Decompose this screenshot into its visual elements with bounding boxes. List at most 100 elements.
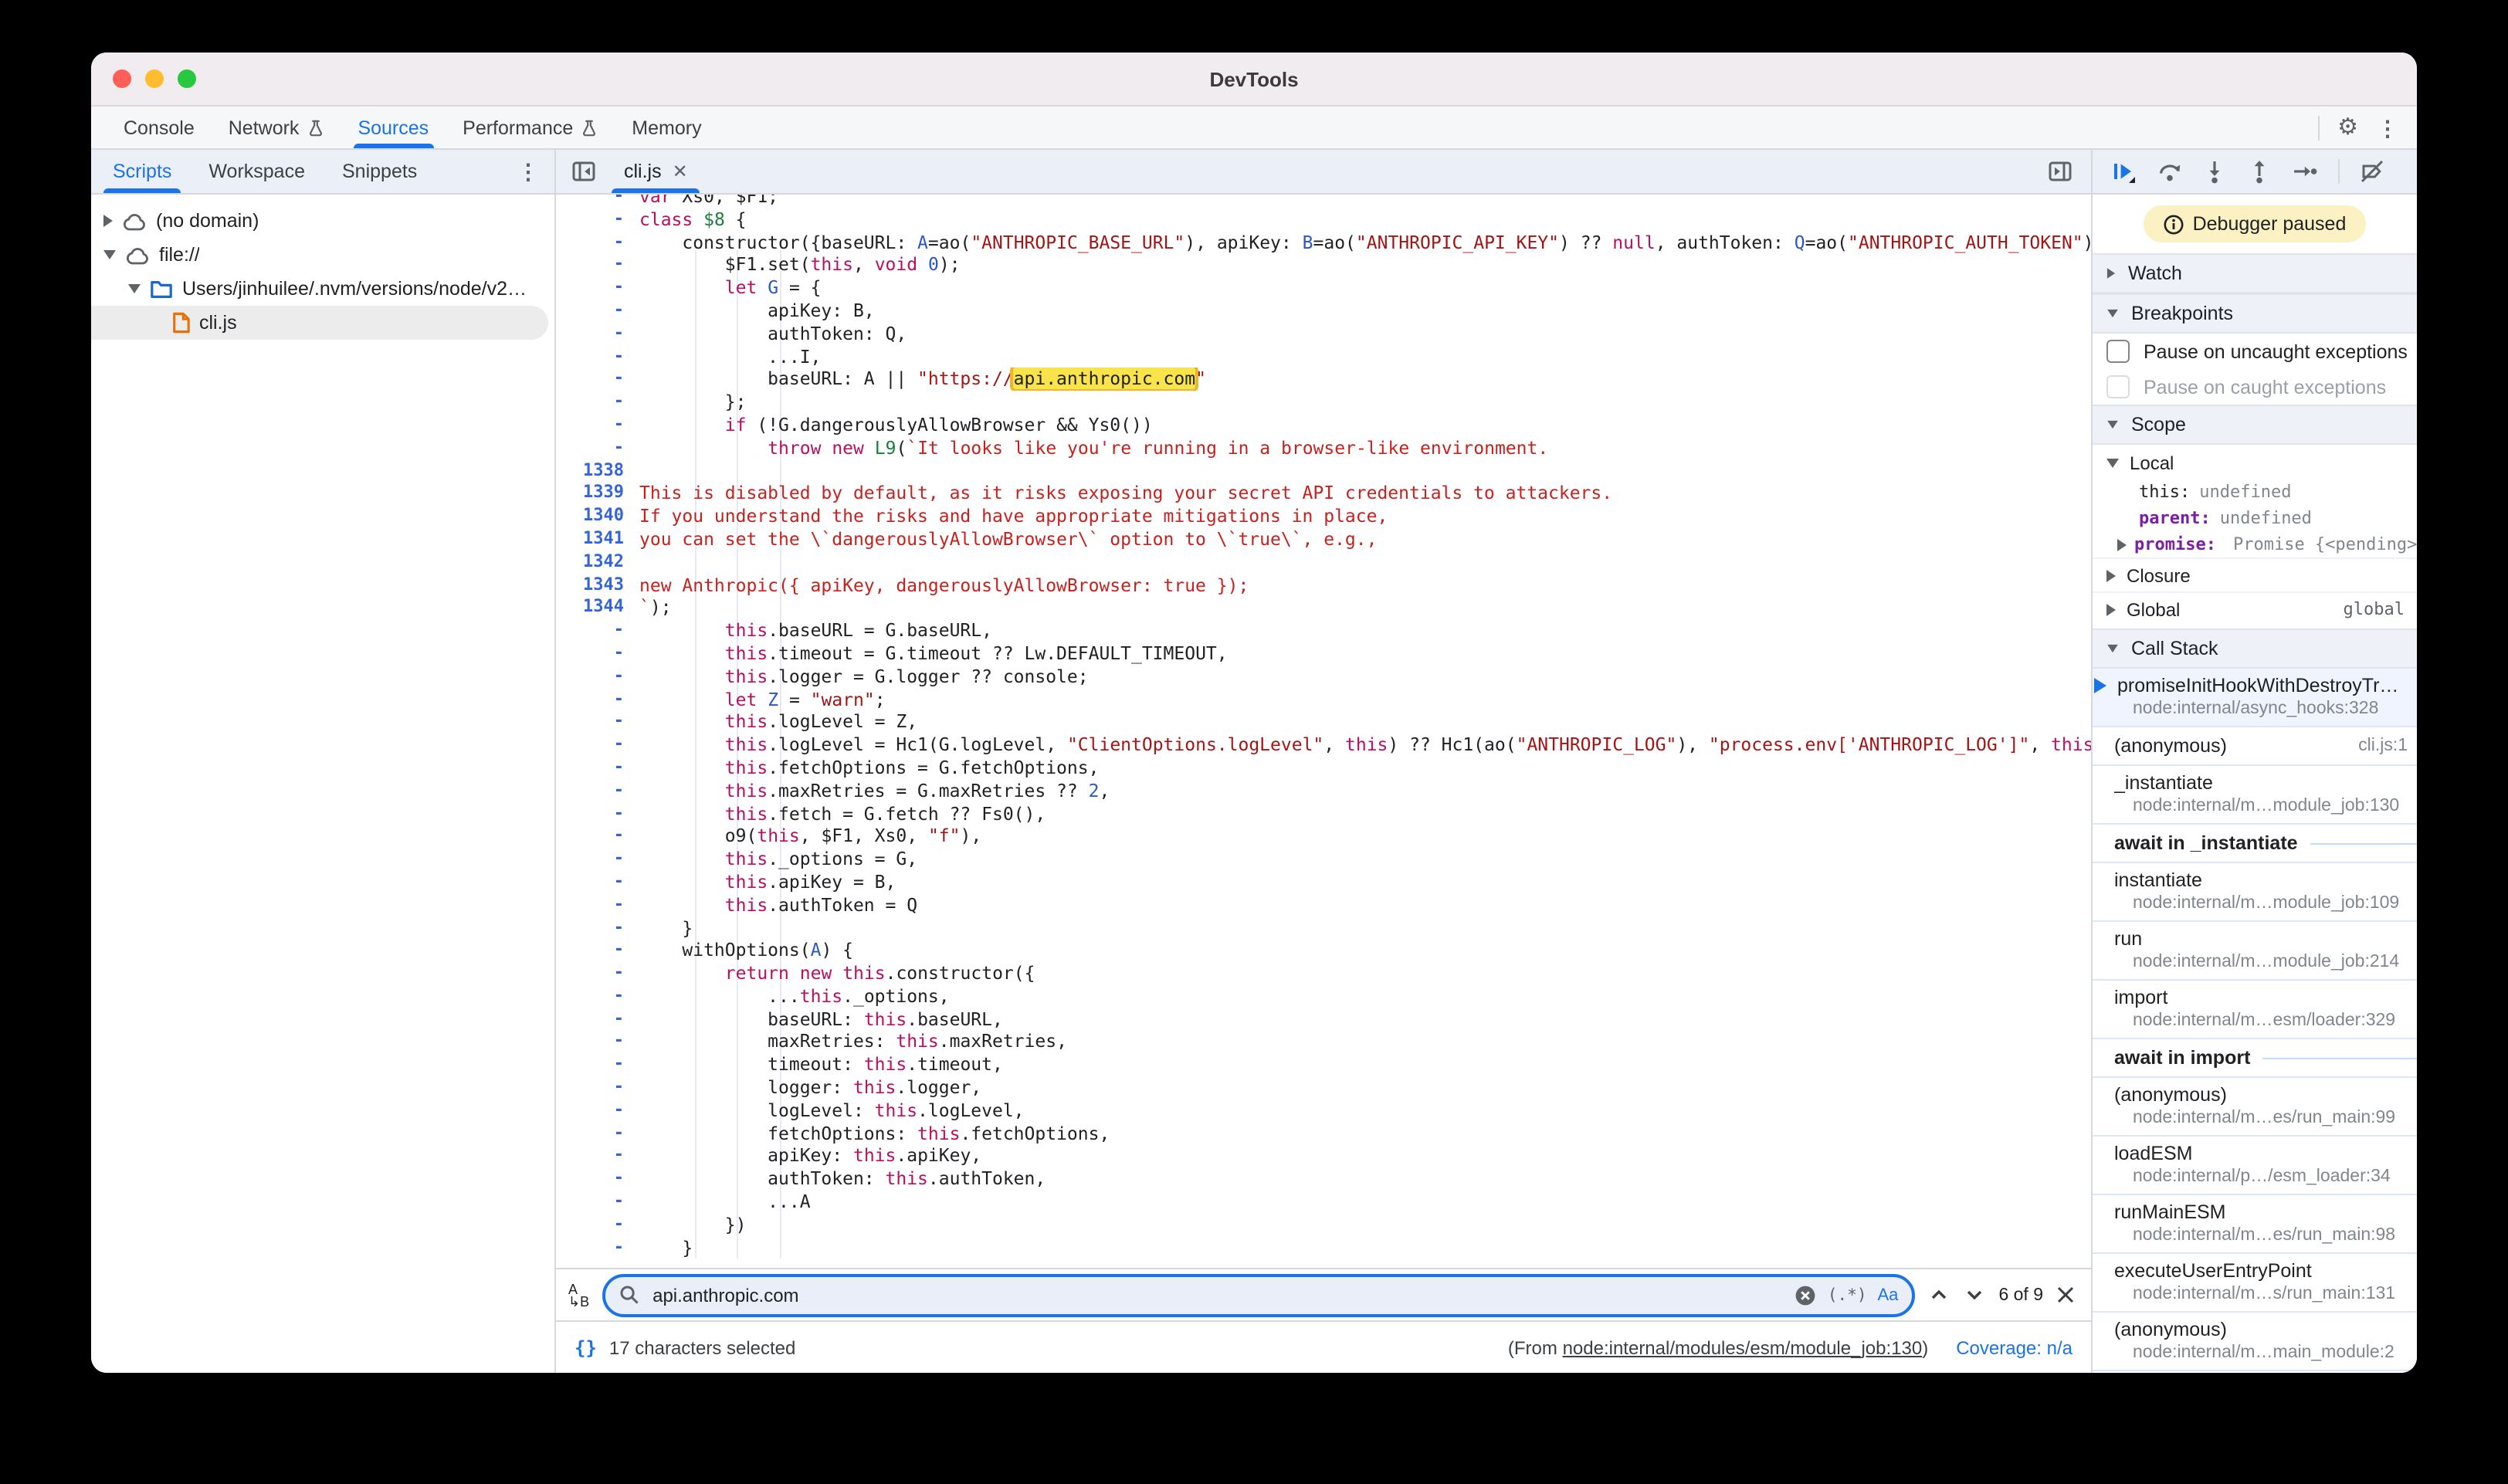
code-text[interactable]: maxRetries: this.maxRetries, [639,1031,2091,1054]
section-call-stack[interactable]: Call Stack [2093,628,2417,669]
code-line[interactable]: -var Xs0, $F1; [556,195,2091,208]
gutter-cell[interactable]: 1344 [556,597,639,620]
code-line[interactable]: - }) [556,1214,2091,1237]
close-tab-icon[interactable]: ✕ [673,161,688,182]
stack-frame[interactable]: (anonymous)node:internal/m…es/run_main:9… [2093,1078,2417,1137]
gutter-cell[interactable]: - [556,1031,639,1054]
code-text[interactable]: this.fetchOptions = G.fetchOptions, [639,757,2091,780]
code-line[interactable]: 1340If you understand the risks and have… [556,505,2091,528]
code-text[interactable]: new Anthropic({ apiKey, dangerouslyAllow… [639,574,2091,597]
caret-right-icon[interactable] [2117,538,2127,551]
code-line[interactable]: - baseURL: A || "https://api.anthropic.c… [556,368,2091,391]
tab-console[interactable]: Console [107,107,212,148]
code-text[interactable]: logLevel: this.logLevel, [639,1099,2091,1123]
code-text[interactable]: ...A [639,1191,2091,1214]
code-line[interactable]: - constructor({baseURL: A=ao("ANTHROPIC_… [556,231,2091,254]
resume-script-icon[interactable] [2111,159,2137,184]
deactivate-breakpoints-icon[interactable] [2360,159,2384,184]
stack-frame[interactable]: instantiatenode:internal/m…module_job:10… [2093,863,2417,922]
gutter-cell[interactable]: - [556,276,639,300]
code-text[interactable]: let Z = "warn"; [639,688,2091,711]
tree-item--no-domain-[interactable]: (no domain) [91,204,554,238]
code-text[interactable]: authToken: Q, [639,323,2091,346]
checkbox[interactable] [2106,375,2130,398]
gutter-cell[interactable]: - [556,893,639,916]
match-case-toggle[interactable]: Aa [1878,1286,1899,1304]
gutter-cell[interactable]: - [556,802,639,825]
code-line[interactable]: - baseURL: this.baseURL, [556,1008,2091,1031]
code-text[interactable]: return new this.constructor({ [639,962,2091,985]
code-line[interactable]: - apiKey: this.apiKey, [556,1145,2091,1168]
code-text[interactable]: let G = { [639,276,2091,300]
step-over-icon[interactable] [2157,159,2182,184]
code-line[interactable]: - this._options = G, [556,848,2091,871]
tree-item-file-[interactable]: file:// [91,238,554,272]
code-editor[interactable]: -var Xs0, $F1;-class $8 {- constructor({… [556,195,2091,1268]
show-debugger-sidebar-icon[interactable] [2048,150,2091,193]
code-text[interactable]: you can set the \`dangerouslyAllowBrowse… [639,528,2091,551]
gutter-cell[interactable]: - [556,1122,639,1145]
code-text[interactable]: logger: this.logger, [639,1076,2091,1099]
clear-search-icon[interactable] [1795,1284,1817,1306]
gutter-cell[interactable]: - [556,688,639,711]
code-line[interactable]: - apiKey: B, [556,300,2091,323]
gutter-cell[interactable]: - [556,642,639,666]
navigator-tab-scripts[interactable]: Scripts [94,150,190,193]
tab-sources[interactable]: Sources [341,107,446,148]
code-text[interactable]: timeout: this.timeout, [639,1054,2091,1077]
minimize-window-button[interactable] [145,69,164,88]
code-line[interactable]: 1342 [556,551,2091,574]
code-text[interactable]: authToken: this.authToken, [639,1168,2091,1191]
code-line[interactable]: - this.fetchOptions = G.fetchOptions, [556,757,2091,780]
gutter-cell[interactable]: - [556,940,639,963]
next-match-icon[interactable] [1963,1283,1986,1306]
code-text[interactable]: ...this._options, [639,985,2091,1008]
previous-match-icon[interactable] [1927,1283,1950,1306]
gutter-cell[interactable]: - [556,1054,639,1077]
code-text[interactable]: this.fetch = G.fetch ?? Fs0(), [639,802,2091,825]
gutter-cell[interactable]: 1342 [556,551,639,574]
code-text[interactable]: this.timeout = G.timeout ?? Lw.DEFAULT_T… [639,642,2091,666]
code-line[interactable]: - let Z = "warn"; [556,688,2091,711]
gutter-cell[interactable]: - [556,1099,639,1123]
scope-local[interactable]: Local [2093,448,2417,479]
code-text[interactable] [639,551,2091,574]
code-text[interactable]: this.logger = G.logger ?? console; [639,665,2091,688]
code-text[interactable]: this.baseURL = G.baseURL, [639,619,2091,642]
gutter-cell[interactable]: 1338 [556,459,639,483]
gutter-cell[interactable]: - [556,1214,639,1237]
gutter-cell[interactable]: - [556,825,639,849]
stack-frame[interactable]: _instantiatenode:internal/m…module_job:1… [2093,766,2417,825]
stack-frame[interactable]: loadESMnode:internal/p…/esm_loader:34 [2093,1137,2417,1195]
code-text[interactable]: constructor({baseURL: A=ao("ANTHROPIC_BA… [639,231,2091,254]
code-text[interactable]: baseURL: this.baseURL, [639,1008,2091,1031]
code-line[interactable]: - authToken: this.authToken, [556,1168,2091,1191]
code-text[interactable]: this.apiKey = B, [639,871,2091,894]
tree-item-cli-js[interactable]: cli.js [91,306,548,340]
code-text[interactable]: baseURL: A || "https://api.anthropic.com… [639,368,2091,391]
code-text[interactable]: var Xs0, $F1; [639,195,2091,208]
code-line[interactable]: - this.apiKey = B, [556,871,2091,894]
settings-gear-icon[interactable]: ⚙ [2337,116,2358,139]
code-text[interactable]: $F1.set(this, void 0); [639,254,2091,277]
close-window-button[interactable] [113,69,131,88]
code-text[interactable]: apiKey: B, [639,300,2091,323]
gutter-cell[interactable]: - [556,757,639,780]
code-text[interactable]: } [639,916,2091,940]
gutter-cell[interactable]: - [556,871,639,894]
code-line[interactable]: 1343new Anthropic({ apiKey, dangerouslyA… [556,574,2091,597]
navigator-more-icon[interactable]: ⋮ [517,161,539,182]
code-line[interactable]: - authToken: Q, [556,323,2091,346]
scope-variable[interactable]: this:undefined [2093,479,2417,505]
code-text[interactable]: apiKey: this.apiKey, [639,1145,2091,1168]
code-line[interactable]: - this.maxRetries = G.maxRetries ?? 2, [556,779,2091,802]
code-line[interactable]: - timeout: this.timeout, [556,1054,2091,1077]
stack-frame[interactable]: importnode:internal/m…esm/loader:329 [2093,981,2417,1039]
gutter-cell[interactable]: - [556,437,639,460]
code-text[interactable]: }; [639,391,2091,414]
gutter-cell[interactable]: 1341 [556,528,639,551]
caret-right-icon[interactable] [103,215,113,227]
code-line[interactable]: - this.logger = G.logger ?? console; [556,665,2091,688]
gutter-cell[interactable]: - [556,1145,639,1168]
gutter-cell[interactable]: - [556,195,639,208]
